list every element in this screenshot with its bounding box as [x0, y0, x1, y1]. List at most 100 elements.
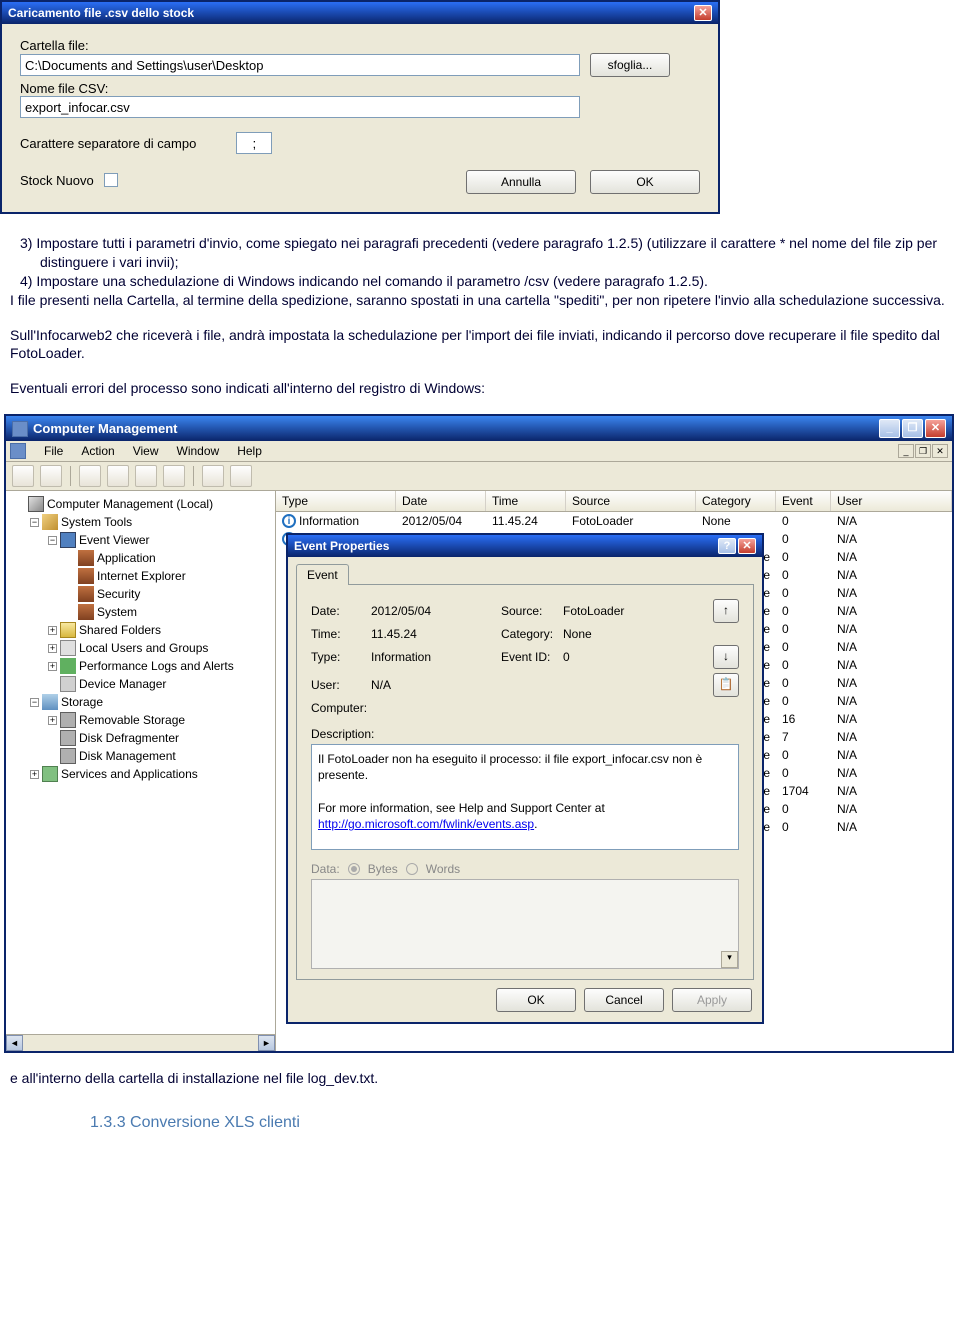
- lbl-data: Data:: [311, 862, 340, 876]
- menu-view[interactable]: View: [133, 444, 159, 458]
- tree-root[interactable]: Computer Management (Local): [8, 495, 273, 513]
- diskmgmt-icon: [60, 748, 76, 764]
- mdi-minimize-icon[interactable]: _: [898, 444, 914, 458]
- col-event[interactable]: Event: [776, 491, 831, 511]
- scroll-left-icon[interactable]: ◄: [6, 1035, 23, 1051]
- evtprop-titlebar[interactable]: Event Properties ? ✕: [288, 535, 762, 557]
- menu-action[interactable]: Action: [81, 444, 114, 458]
- expand-icon[interactable]: +: [48, 662, 57, 671]
- menu-file[interactable]: File: [44, 444, 63, 458]
- event-viewer-icon: [60, 532, 76, 548]
- tree-scrollbar[interactable]: ◄ ►: [6, 1034, 275, 1051]
- lbl-type: Type:: [311, 650, 371, 664]
- col-category[interactable]: Category: [696, 491, 776, 511]
- table-row[interactable]: iInformation2012/05/0411.45.24FotoLoader…: [276, 512, 952, 530]
- help-icon[interactable]: ?: [718, 538, 736, 554]
- radio-words[interactable]: [406, 863, 418, 875]
- log-icon: [78, 604, 94, 620]
- ok-button[interactable]: OK: [496, 988, 576, 1012]
- prev-event-button[interactable]: ↑: [713, 599, 739, 623]
- dialog-titlebar[interactable]: Caricamento file .csv dello stock ✕: [2, 2, 718, 24]
- val-time: 11.45.24: [371, 627, 501, 641]
- up-icon[interactable]: [79, 465, 101, 487]
- tree-shared-folders[interactable]: +Shared Folders: [8, 621, 273, 639]
- stock-nuovo-label: Stock Nuovo: [20, 173, 94, 188]
- apply-button[interactable]: Apply: [672, 988, 752, 1012]
- next-event-button[interactable]: ↓: [713, 645, 739, 669]
- tree-security[interactable]: Security: [8, 585, 273, 603]
- expand-icon[interactable]: +: [48, 626, 57, 635]
- stock-nuovo-checkbox[interactable]: [104, 173, 118, 187]
- mmc-doc-icon: [10, 443, 26, 459]
- tree-perf-logs[interactable]: +Performance Logs and Alerts: [8, 657, 273, 675]
- tree-services-apps[interactable]: +Services and Applications: [8, 765, 273, 783]
- val-date: 2012/05/04: [371, 604, 501, 618]
- ok-button[interactable]: OK: [590, 170, 700, 194]
- close-icon[interactable]: ✕: [925, 419, 946, 438]
- radio-bytes[interactable]: [348, 863, 360, 875]
- minimize-icon[interactable]: _: [879, 419, 900, 438]
- col-type[interactable]: Type: [276, 491, 396, 511]
- mdi-close-icon[interactable]: ✕: [932, 444, 948, 458]
- tree-system-tools[interactable]: −System Tools: [8, 513, 273, 531]
- col-time[interactable]: Time: [486, 491, 566, 511]
- close-icon[interactable]: ✕: [694, 5, 712, 21]
- collapse-icon[interactable]: −: [48, 536, 57, 545]
- browse-button[interactable]: sfoglia...: [590, 53, 670, 77]
- tree-disk-defrag[interactable]: Disk Defragmenter: [8, 729, 273, 747]
- events-link[interactable]: http://go.microsoft.com/fwlink/events.as…: [318, 817, 534, 831]
- data-box[interactable]: ▾: [311, 879, 739, 969]
- tree-local-users[interactable]: +Local Users and Groups: [8, 639, 273, 657]
- mmc-titlebar[interactable]: Computer Management _ ❐ ✕: [6, 416, 952, 441]
- lbl-eventid: Event ID:: [501, 650, 563, 664]
- tools-icon: [42, 514, 58, 530]
- copy-button[interactable]: 📋: [713, 673, 739, 697]
- maximize-icon[interactable]: ❐: [902, 419, 923, 438]
- col-source[interactable]: Source: [566, 491, 696, 511]
- tree-system[interactable]: System: [8, 603, 273, 621]
- doc-paragraph: Eventuali errori del processo sono indic…: [0, 379, 960, 398]
- tree-removable-storage[interactable]: +Removable Storage: [8, 711, 273, 729]
- expand-icon[interactable]: +: [48, 644, 57, 653]
- computer-management-window: Computer Management _ ❐ ✕ File Action Vi…: [4, 414, 954, 1053]
- description-box[interactable]: Il FotoLoader non ha eseguito il process…: [311, 744, 739, 850]
- menu-window[interactable]: Window: [177, 444, 220, 458]
- properties-icon[interactable]: [107, 465, 129, 487]
- tab-event[interactable]: Event: [296, 564, 349, 585]
- export-icon[interactable]: [163, 465, 185, 487]
- view-icon[interactable]: [230, 465, 252, 487]
- expand-icon[interactable]: +: [30, 770, 39, 779]
- folder-input[interactable]: [20, 54, 580, 76]
- cancel-button[interactable]: Annulla: [466, 170, 576, 194]
- collapse-icon[interactable]: −: [30, 698, 39, 707]
- log-icon: [78, 586, 94, 602]
- defrag-icon: [60, 730, 76, 746]
- mdi-restore-icon[interactable]: ❐: [915, 444, 931, 458]
- separator-input[interactable]: [236, 132, 272, 154]
- doc-paragraph: 3) Impostare tutti i parametri d'invio, …: [0, 234, 960, 310]
- col-date[interactable]: Date: [396, 491, 486, 511]
- mmc-title-text: Computer Management: [33, 421, 177, 436]
- val-eventid: 0: [563, 650, 709, 664]
- tree-event-viewer[interactable]: −Event Viewer: [8, 531, 273, 549]
- close-icon[interactable]: ✕: [738, 538, 756, 554]
- collapse-icon[interactable]: −: [30, 518, 39, 527]
- tree-application[interactable]: Application: [8, 549, 273, 567]
- folder-icon: [60, 622, 76, 638]
- cancel-button[interactable]: Cancel: [584, 988, 664, 1012]
- menu-help[interactable]: Help: [237, 444, 262, 458]
- tree-ie[interactable]: Internet Explorer: [8, 567, 273, 585]
- tree-storage[interactable]: −Storage: [8, 693, 273, 711]
- tree-device-manager[interactable]: Device Manager: [8, 675, 273, 693]
- forward-icon[interactable]: [40, 465, 62, 487]
- refresh-icon[interactable]: [135, 465, 157, 487]
- expand-icon[interactable]: +: [48, 716, 57, 725]
- folder-label: Cartella file:: [20, 38, 700, 53]
- tree-disk-mgmt[interactable]: Disk Management: [8, 747, 273, 765]
- scroll-down-icon[interactable]: ▾: [721, 951, 738, 968]
- help-icon[interactable]: [202, 465, 224, 487]
- back-icon[interactable]: [12, 465, 34, 487]
- scroll-right-icon[interactable]: ►: [258, 1035, 275, 1051]
- filename-input[interactable]: [20, 96, 580, 118]
- col-user[interactable]: User: [831, 491, 952, 511]
